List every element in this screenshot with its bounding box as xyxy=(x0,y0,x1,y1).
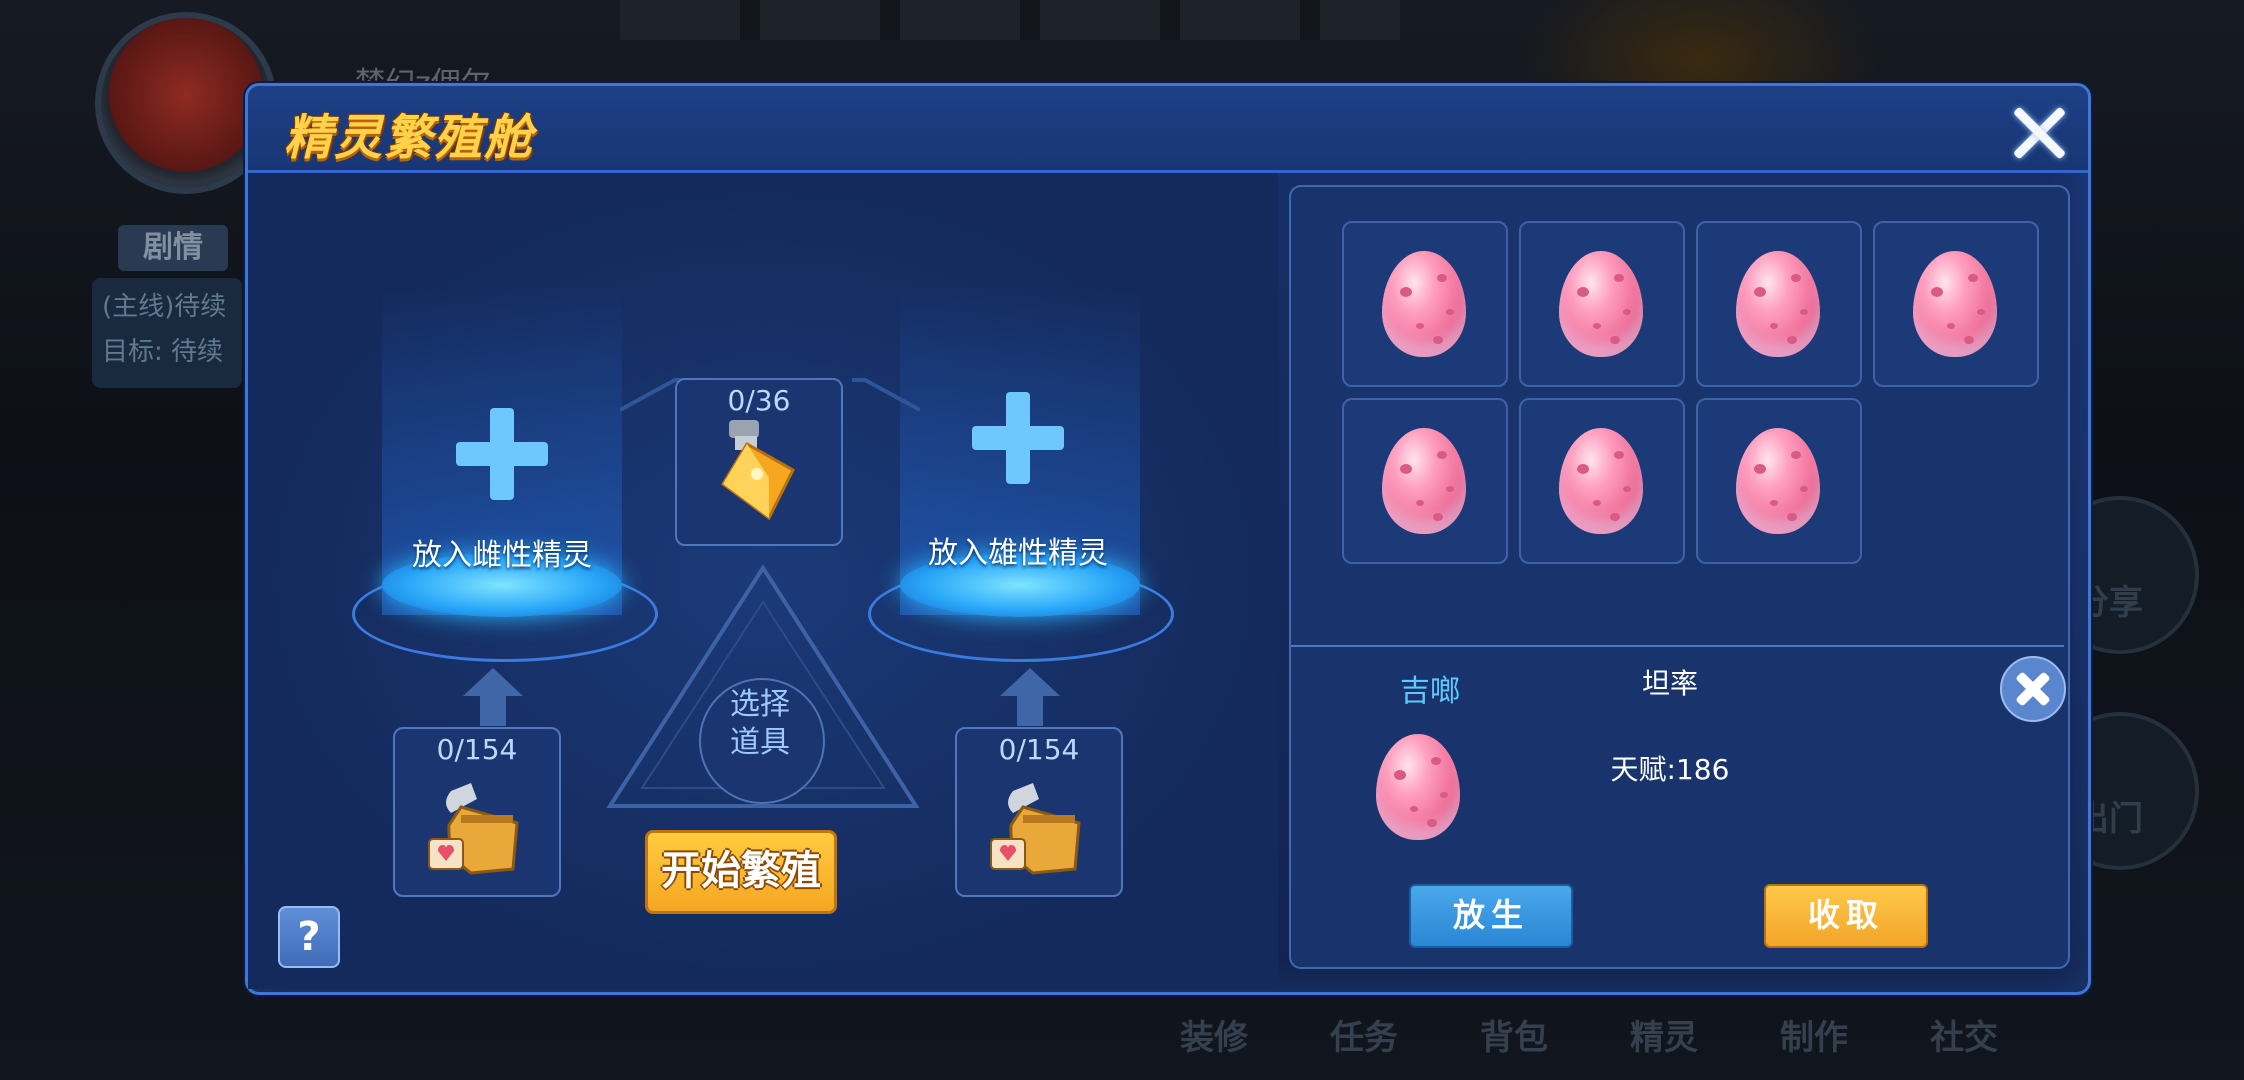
egg-icon xyxy=(1913,251,1997,357)
love-potion-bag-icon xyxy=(990,783,1081,875)
dialog-header: 精灵繁殖舱 xyxy=(248,86,2088,173)
release-button[interactable]: 放生 xyxy=(1409,884,1573,948)
egg-icon xyxy=(1382,251,1466,357)
egg-icon xyxy=(1736,251,1820,357)
selected-egg-nature: 坦率 xyxy=(1641,667,1698,700)
quest-goal: 目标: 待续 xyxy=(102,337,224,367)
panel-divider xyxy=(1291,645,2064,647)
bottom-nav-craft: 制作 xyxy=(1780,1018,1848,1058)
quest-panel: (主线)待续 目标: 待续 xyxy=(92,278,242,388)
male-item-slot[interactable]: 0/154 xyxy=(955,727,1123,897)
egg-slot[interactable] xyxy=(1519,398,1685,564)
selected-egg-talent: 天赋:186 xyxy=(1610,753,1730,786)
male-item-count: 0/154 xyxy=(998,733,1080,766)
add-male-plus-icon[interactable] xyxy=(972,392,1064,484)
egg-icon xyxy=(1559,428,1643,534)
egg-slot[interactable] xyxy=(1696,221,1862,387)
egg-slot[interactable] xyxy=(1696,398,1862,564)
bottom-nav-social: 社交 xyxy=(1930,1018,1998,1058)
bottom-nav-sprites: 精灵 xyxy=(1630,1018,1698,1058)
egg-slot[interactable] xyxy=(1342,221,1508,387)
deselect-close-icon[interactable] xyxy=(2000,656,2066,722)
female-item-count: 0/154 xyxy=(436,733,518,766)
female-slot-label: 放入雌性精灵 xyxy=(412,538,592,573)
dialog-title: 精灵繁殖舱 xyxy=(284,110,535,166)
select-item-label: 选择 道具 xyxy=(730,687,790,760)
story-tab: 剧情 xyxy=(118,225,228,271)
background-ceiling xyxy=(620,0,1400,40)
collect-button[interactable]: 收取 xyxy=(1764,884,1928,948)
egg-icon xyxy=(1382,428,1466,534)
close-icon[interactable] xyxy=(2008,102,2070,164)
egg-icon xyxy=(1736,428,1820,534)
egg-slot[interactable] xyxy=(1519,221,1685,387)
female-arrow-up-icon xyxy=(463,668,523,728)
bottom-nav-bag: 背包 xyxy=(1480,1018,1548,1058)
quest-title: (主线)待续 xyxy=(102,292,227,322)
boost-item-count: 0/36 xyxy=(727,384,791,417)
bottom-nav-decorate: 装修 xyxy=(1180,1018,1248,1058)
love-potion-bag-icon xyxy=(428,783,519,875)
egg-icon xyxy=(1559,251,1643,357)
crystal-potion-icon xyxy=(721,420,795,521)
boost-item-slot[interactable]: 0/36 xyxy=(675,378,843,546)
bottom-nav-tasks: 任务 xyxy=(1330,1018,1398,1058)
egg-slot[interactable] xyxy=(1873,221,2039,387)
add-female-plus-icon[interactable] xyxy=(456,408,548,500)
male-arrow-up-icon xyxy=(1000,668,1060,728)
egg-slot[interactable] xyxy=(1342,398,1508,564)
help-button[interactable]: ? xyxy=(278,906,340,968)
female-item-slot[interactable]: 0/154 xyxy=(393,727,561,897)
male-slot-label: 放入雄性精灵 xyxy=(928,536,1108,571)
start-breeding-button[interactable]: 开始繁殖 xyxy=(645,830,837,914)
selected-egg-name: 吉啷 xyxy=(1400,674,1460,709)
